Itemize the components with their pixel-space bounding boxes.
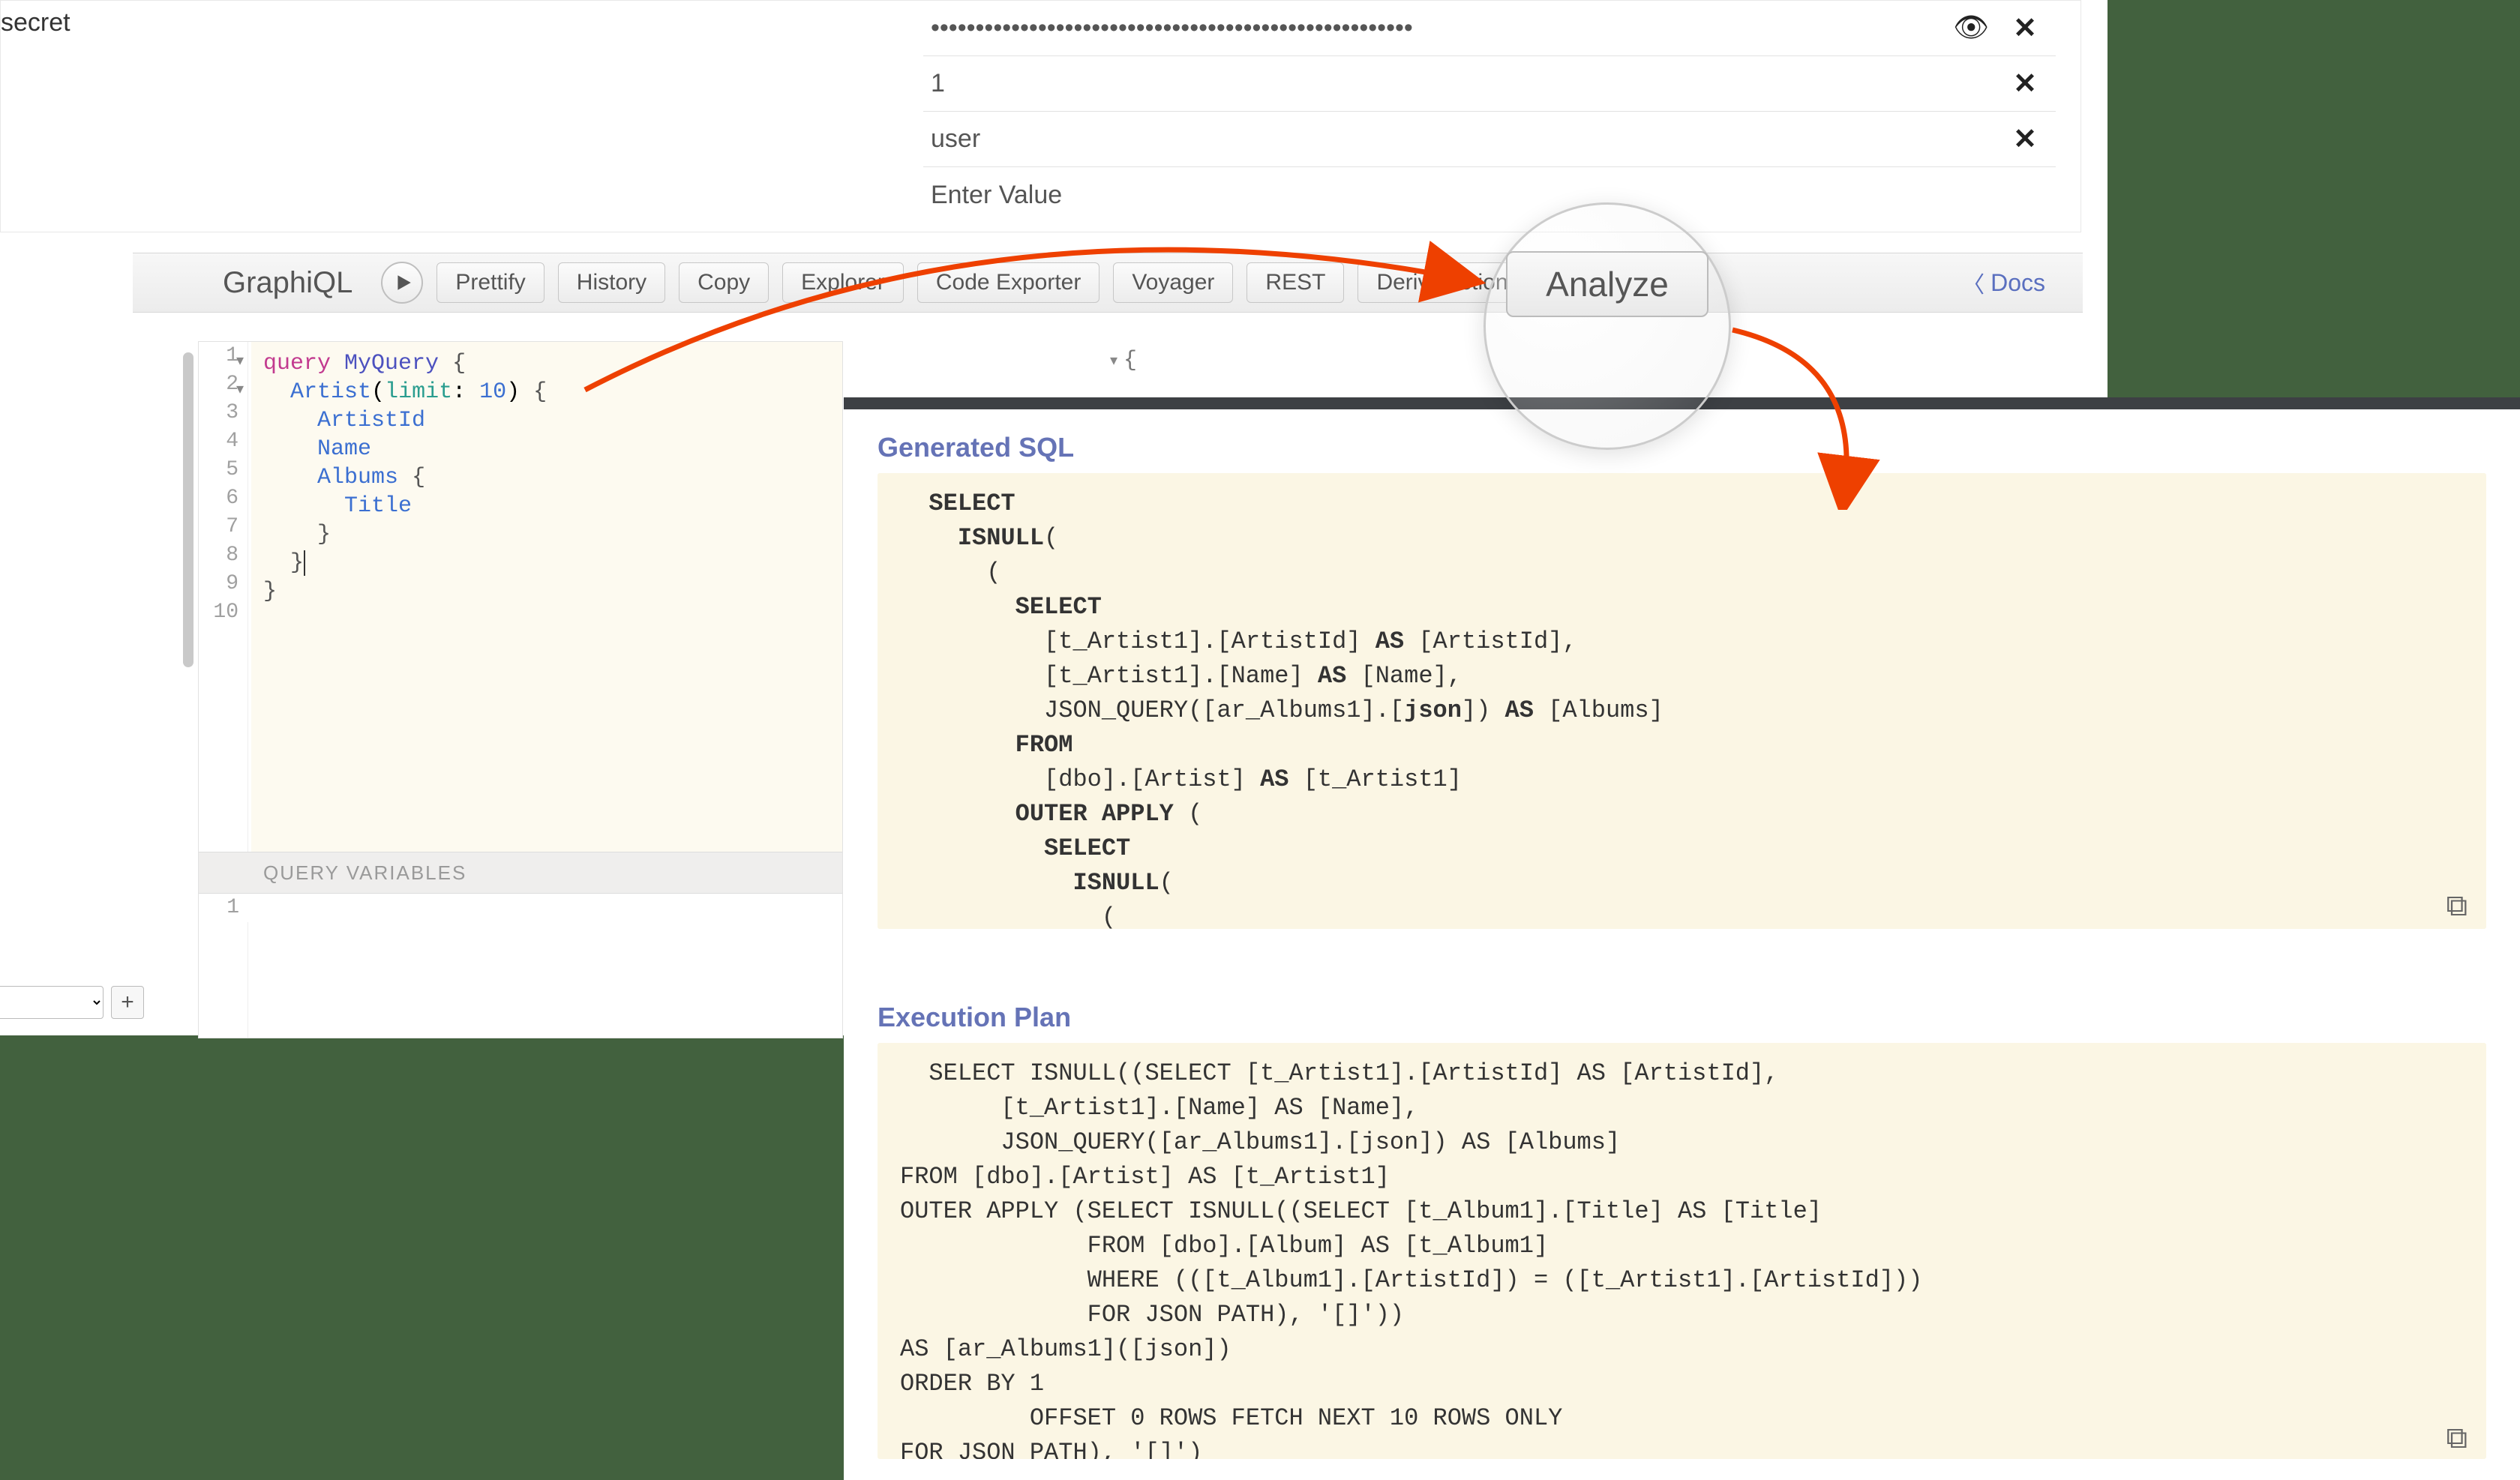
line-number: 1 xyxy=(199,894,248,922)
graphiql-title: GraphiQL xyxy=(223,266,352,300)
close-icon[interactable]: ✕ xyxy=(2013,67,2037,100)
line-number: 5 xyxy=(199,456,248,484)
header-row-new[interactable]: Enter Value xyxy=(923,167,2056,223)
generated-sql-title: Generated SQL xyxy=(878,432,1074,463)
graphiql-toolbar: GraphiQL Prettify History Copy Explorer … xyxy=(133,253,2083,313)
headers-panel: secret •••••••••••••••••••••••••••••••••… xyxy=(0,0,2081,232)
query-editor[interactable]: 1 2 3 4 5 6 7 8 9 10 ▾ ▾ query MyQuery {… xyxy=(198,341,843,1038)
voyager-button[interactable]: Voyager xyxy=(1113,262,1233,303)
code-text[interactable]: query MyQuery { Artist(limit: 10) { Arti… xyxy=(251,342,842,852)
history-button[interactable]: History xyxy=(558,262,665,303)
prettify-button[interactable]: Prettify xyxy=(436,262,544,303)
page-bg-left xyxy=(0,1035,848,1480)
code-exporter-button[interactable]: Code Exporter xyxy=(917,262,1100,303)
header-row-0[interactable]: ••••••••••••••••••••••••••••••••••••••••… xyxy=(923,1,2056,56)
line-number: 8 xyxy=(199,541,248,570)
header-value-0: ••••••••••••••••••••••••••••••••••••••••… xyxy=(923,13,1953,43)
header-value-2: user xyxy=(923,124,2013,154)
derive-action-button[interactable]: Derive action xyxy=(1358,262,1526,303)
chevron-left-icon: 〈 xyxy=(1962,266,1984,299)
separator-bar xyxy=(844,397,2520,409)
execute-button[interactable] xyxy=(381,262,423,304)
line-number: 10 xyxy=(199,598,248,627)
rest-button[interactable]: REST xyxy=(1246,262,1344,303)
explorer-button[interactable]: Explorer xyxy=(782,262,904,303)
eye-icon[interactable]: 👁 xyxy=(1953,11,1989,45)
scrollbar-thumb[interactable] xyxy=(183,352,194,667)
analyze-result-pane: Generated SQL SELECT ISNULL( ( SELECT [t… xyxy=(844,409,2520,1480)
line-gutter: 1 2 3 4 5 6 7 8 9 10 xyxy=(199,342,248,1038)
fold-icon[interactable]: ▾ xyxy=(1110,351,1118,370)
analyze-button-magnified[interactable]: Analyze xyxy=(1506,251,1708,317)
qvars-gutter: 1 xyxy=(199,894,248,922)
result-brace: { xyxy=(1124,348,1137,373)
line-number: 9 xyxy=(199,570,248,598)
execution-plan-block[interactable]: SELECT ISNULL((SELECT [t_Artist1].[Artis… xyxy=(878,1043,2486,1459)
generated-sql-block[interactable]: SELECT ISNULL( ( SELECT [t_Artist1].[Art… xyxy=(878,473,2486,929)
docs-label: Docs xyxy=(1990,269,2045,297)
line-number: 7 xyxy=(199,513,248,541)
copy-icon[interactable]: ⧉ xyxy=(2446,889,2468,923)
copy-button[interactable]: Copy xyxy=(679,262,769,303)
result-pane-start: ▾ { xyxy=(1110,341,1137,380)
header-key-label: secret xyxy=(1,8,70,37)
add-button[interactable]: + xyxy=(111,986,144,1019)
bottom-controls: + xyxy=(0,986,144,1019)
close-icon[interactable]: ✕ xyxy=(2013,122,2037,156)
fold-icon[interactable]: ▾ xyxy=(236,379,244,398)
line-number: 3 xyxy=(199,399,248,427)
docs-button[interactable]: 〈 Docs xyxy=(1954,266,2068,299)
line-number: 6 xyxy=(199,484,248,513)
header-row-1[interactable]: 1 ✕ xyxy=(923,56,2056,112)
query-variables-label: QUERY VARIABLES xyxy=(263,861,466,885)
header-value-1: 1 xyxy=(923,69,2013,98)
header-row-2[interactable]: user ✕ xyxy=(923,112,2056,167)
header-placeholder[interactable]: Enter Value xyxy=(923,181,2056,210)
line-number: 4 xyxy=(199,427,248,456)
copy-icon[interactable]: ⧉ xyxy=(2446,1422,2468,1455)
close-icon[interactable]: ✕ xyxy=(2013,11,2037,45)
fold-icon[interactable]: ▾ xyxy=(236,351,244,370)
query-variables-header[interactable]: QUERY VARIABLES xyxy=(199,852,842,894)
execution-plan-title: Execution Plan xyxy=(878,1002,1071,1033)
type-dropdown[interactable] xyxy=(0,986,104,1019)
